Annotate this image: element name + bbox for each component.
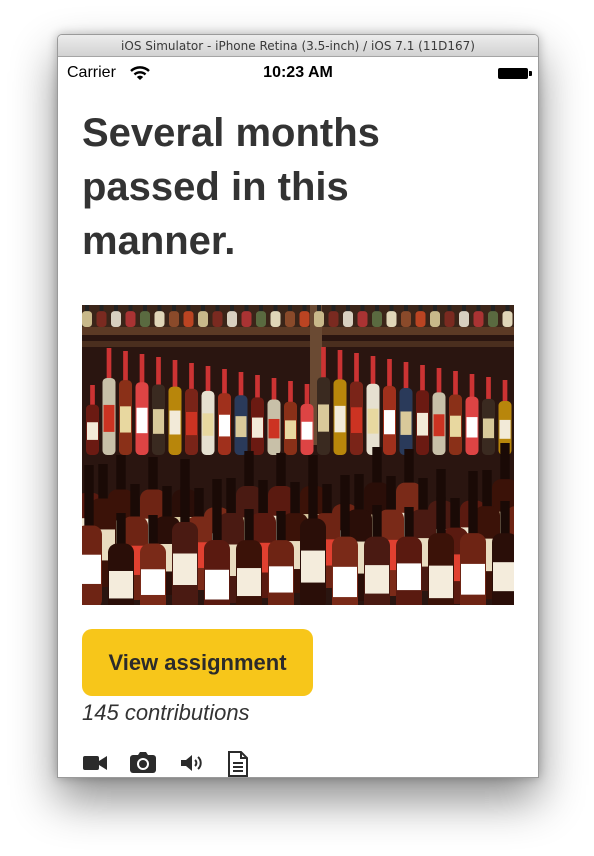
simulator-window: iOS Simulator - iPhone Retina (3.5-inch)… <box>57 34 539 778</box>
view-assignment-button[interactable]: View assignment <box>82 629 313 696</box>
speaker-icon[interactable] <box>179 751 205 775</box>
photo-camera-icon[interactable] <box>129 751 157 775</box>
window-title: iOS Simulator - iPhone Retina (3.5-inch)… <box>58 35 538 57</box>
status-time: 10:23 AM <box>263 64 333 81</box>
status-bar: Carrier 10:23 AM <box>58 57 538 91</box>
battery-tip <box>529 71 532 76</box>
phone-screen: Carrier 10:23 AM Several months passed i… <box>58 57 538 777</box>
battery-icon <box>498 68 528 79</box>
document-icon[interactable] <box>227 751 249 777</box>
assignment-photo <box>82 305 514 605</box>
video-camera-icon[interactable] <box>82 751 108 775</box>
contributions-count: 145 contributions <box>82 700 250 725</box>
headline: Several months passed in this manner. <box>82 111 380 263</box>
